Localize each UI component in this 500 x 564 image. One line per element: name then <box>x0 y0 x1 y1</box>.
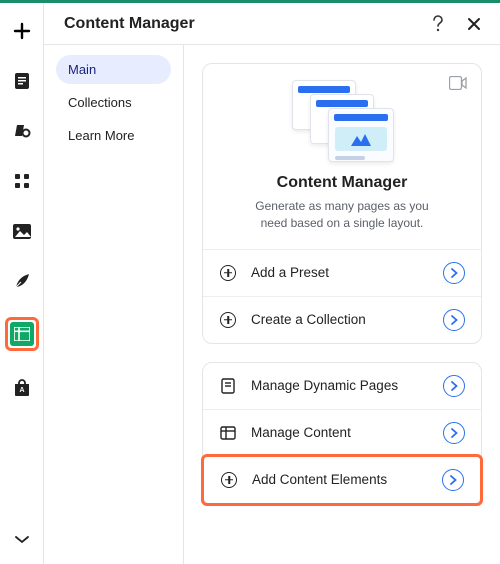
svg-text:A: A <box>19 387 24 394</box>
chevron-right-icon <box>443 309 465 331</box>
row-manage-dynamic-pages[interactable]: Manage Dynamic Pages <box>203 363 481 409</box>
table-icon <box>219 424 237 442</box>
panel-header: Content Manager <box>44 3 500 45</box>
hero-heading: Content Manager <box>219 174 465 192</box>
store-icon[interactable]: A <box>8 373 36 401</box>
row-manage-content[interactable]: Manage Content <box>203 409 481 456</box>
hero-illustration <box>219 76 465 170</box>
hero-card: Content Manager Generate as many pages a… <box>202 63 482 344</box>
page-outline-icon <box>219 377 237 395</box>
row-label: Manage Content <box>251 425 429 440</box>
row-add-content-elements[interactable]: Add Content Elements <box>201 454 483 506</box>
theme-icon[interactable] <box>8 117 36 145</box>
tool-rail: A <box>0 3 44 564</box>
panel-main: Content Manager Generate as many pages a… <box>184 45 500 564</box>
image-icon[interactable] <box>8 217 36 245</box>
chevron-right-icon <box>443 375 465 397</box>
add-icon[interactable] <box>8 17 36 45</box>
row-label: Add a Preset <box>251 265 429 280</box>
video-icon[interactable] <box>449 76 467 93</box>
apps-icon[interactable] <box>8 167 36 195</box>
chevron-right-icon <box>443 422 465 444</box>
panel-tabs: Main Collections Learn More <box>44 45 184 564</box>
tab-collections[interactable]: Collections <box>56 88 171 117</box>
chevron-right-icon <box>443 262 465 284</box>
row-label: Add Content Elements <box>252 472 428 487</box>
row-create-collection[interactable]: Create a Collection <box>203 296 481 343</box>
row-label: Create a Collection <box>251 312 429 327</box>
tab-main[interactable]: Main <box>56 55 171 84</box>
pen-icon[interactable] <box>8 267 36 295</box>
panel-title: Content Manager <box>64 15 195 33</box>
plus-circle-icon <box>220 471 238 489</box>
chevron-down-icon[interactable] <box>8 526 36 554</box>
help-icon[interactable] <box>426 12 450 36</box>
manage-card: Manage Dynamic Pages Manage Content Add … <box>202 362 482 505</box>
close-icon[interactable] <box>462 12 486 36</box>
row-label: Manage Dynamic Pages <box>251 378 429 393</box>
row-add-preset[interactable]: Add a Preset <box>203 249 481 296</box>
hero-subtext: Generate as many pages as you need based… <box>219 198 465 249</box>
plus-circle-icon <box>219 311 237 329</box>
tab-learn-more[interactable]: Learn More <box>56 121 171 150</box>
page-icon[interactable] <box>8 67 36 95</box>
content-manager-icon[interactable] <box>5 317 39 351</box>
plus-circle-icon <box>219 264 237 282</box>
chevron-right-icon <box>442 469 464 491</box>
